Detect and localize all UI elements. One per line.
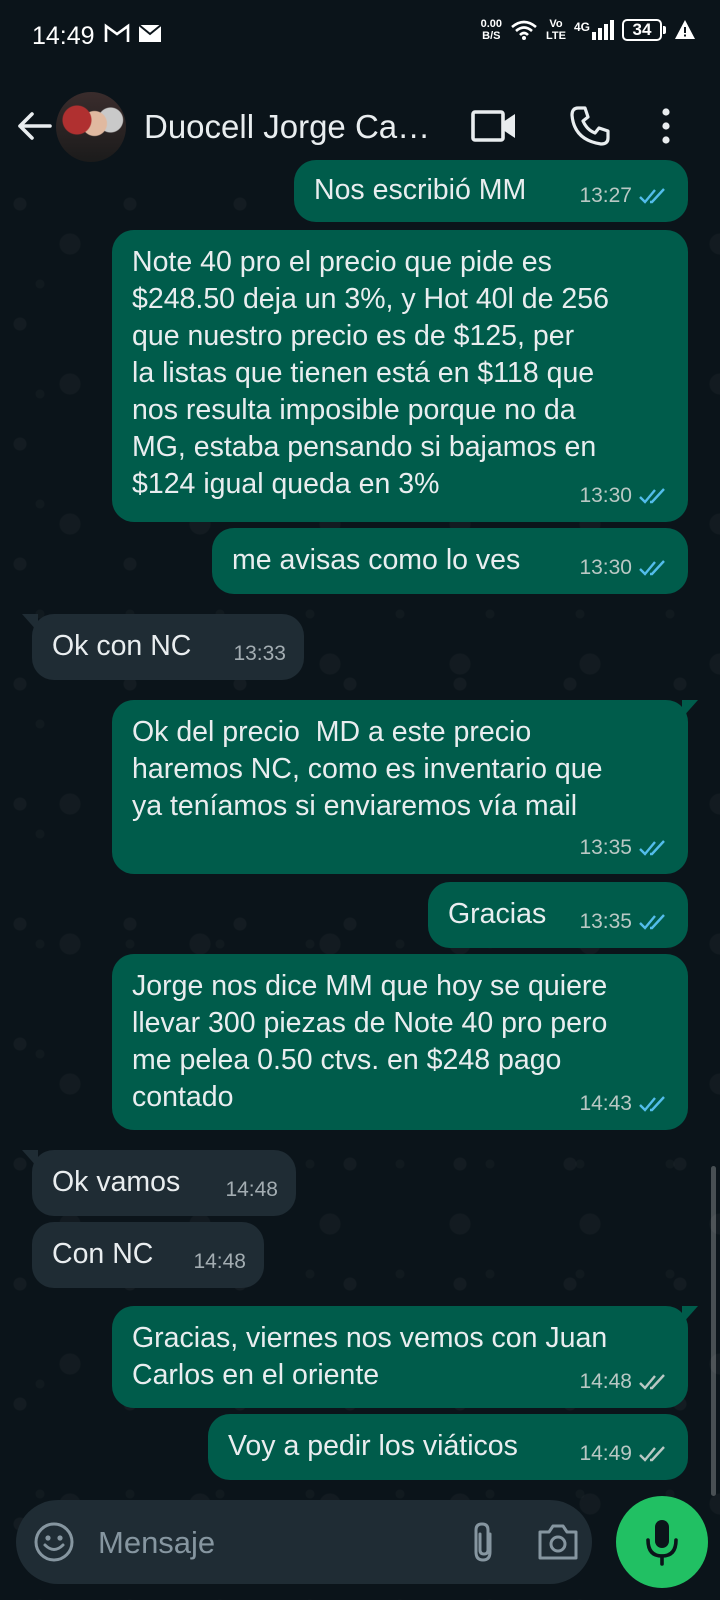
- net-speed: 0.00 B/S: [481, 18, 502, 42]
- battery-indicator: 34: [622, 19, 666, 41]
- paperclip-icon[interactable]: [464, 1520, 504, 1564]
- camera-icon[interactable]: [536, 1522, 580, 1562]
- read-ticks-icon: [639, 913, 665, 930]
- more-vert-icon[interactable]: [654, 104, 678, 148]
- delivered-ticks-icon: [639, 1445, 665, 1462]
- message-text: Ok del precio MD a este precio haremos N…: [132, 716, 603, 822]
- battery-level: 34: [622, 19, 662, 41]
- mail-icon: [138, 24, 162, 42]
- gmail-icon: [104, 23, 130, 42]
- contact-name[interactable]: Duocell Jorge Ca…: [144, 108, 430, 146]
- network-type: 4G: [573, 20, 590, 34]
- status-time: 14:49: [32, 22, 95, 50]
- message-meta: 14:43: [579, 1085, 670, 1122]
- message-incoming[interactable]: Ok con NC 13:33: [22, 614, 304, 680]
- net-speed-value: 0.00: [480, 18, 503, 30]
- message-composer: [16, 1500, 592, 1584]
- message-time: 13:27: [579, 184, 632, 207]
- message-meta: 13:35: [579, 829, 670, 866]
- message-meta: 14:48: [225, 1171, 278, 1208]
- message-time: 14:48: [225, 1178, 278, 1201]
- message-time: 14:49: [579, 1442, 632, 1465]
- message-time: 13:33: [233, 642, 286, 665]
- wifi-icon: [511, 20, 537, 40]
- delivered-ticks-icon: [639, 1373, 665, 1390]
- message-incoming[interactable]: Con NC 14:48: [32, 1222, 264, 1288]
- mic-button[interactable]: [616, 1496, 708, 1588]
- message-meta: 13:33: [233, 635, 286, 672]
- net-speed-unit: B/S: [482, 30, 501, 42]
- message-meta: 13:30: [579, 477, 670, 514]
- volte-indicator: Vo LTE: [546, 18, 566, 42]
- system-icons: 0.00 B/S Vo LTE 4G 34: [481, 18, 696, 42]
- message-meta: 14:48: [193, 1243, 246, 1280]
- message-incoming[interactable]: Ok vamos 14:48: [22, 1150, 296, 1216]
- message-meta: 13:30: [579, 549, 670, 586]
- message-time: 14:43: [579, 1092, 632, 1115]
- read-ticks-icon: [639, 839, 665, 856]
- read-ticks-icon: [639, 559, 665, 576]
- video-call-icon[interactable]: [470, 106, 520, 146]
- message-time: 13:30: [579, 556, 632, 579]
- message-meta: 14:48: [579, 1363, 670, 1400]
- message-time: 14:48: [193, 1250, 246, 1273]
- message-outgoing[interactable]: Ok del precio MD a este precio haremos N…: [112, 700, 698, 874]
- mic-icon: [646, 1520, 678, 1566]
- emoji-icon[interactable]: [32, 1520, 76, 1564]
- message-outgoing[interactable]: Gracias 13:35: [428, 882, 688, 948]
- read-ticks-icon: [639, 487, 665, 504]
- status-bar: 14:49 0.00 B/S Vo LTE 4G 34: [0, 0, 720, 72]
- notification-icons: [104, 22, 162, 44]
- message-meta: 13:27: [579, 177, 670, 214]
- message-time: 13:35: [579, 836, 632, 859]
- message-outgoing[interactable]: me avisas como lo ves 13:30: [212, 528, 688, 594]
- phone-icon[interactable]: [568, 104, 612, 148]
- read-ticks-icon: [639, 1095, 665, 1112]
- alert-icon: [675, 20, 695, 39]
- message-outgoing[interactable]: Gracias, viernes nos vemos con Juan Carl…: [112, 1306, 698, 1408]
- message-outgoing[interactable]: Note 40 pro el precio que pide es $248.5…: [112, 230, 688, 522]
- message-time: 13:30: [579, 484, 632, 507]
- message-meta: 14:49: [579, 1435, 670, 1472]
- message-time: 14:48: [579, 1370, 632, 1393]
- back-arrow-icon[interactable]: [12, 104, 56, 148]
- message-meta: 13:35: [579, 903, 670, 940]
- message-text: Note 40 pro el precio que pide es $248.5…: [132, 246, 609, 500]
- message-outgoing[interactable]: Voy a pedir los viáticos 14:49: [208, 1414, 688, 1480]
- message-input[interactable]: [96, 1522, 420, 1564]
- message-time: 13:35: [579, 910, 632, 933]
- read-ticks-icon: [639, 187, 665, 204]
- contact-avatar[interactable]: [56, 92, 126, 162]
- message-outgoing[interactable]: Jorge nos dice MM que hoy se quiere llev…: [112, 954, 688, 1130]
- signal-icon: 4G: [574, 20, 614, 40]
- scrollbar[interactable]: [711, 1166, 716, 1496]
- message-outgoing[interactable]: Nos escribió MM 13:27: [294, 160, 688, 222]
